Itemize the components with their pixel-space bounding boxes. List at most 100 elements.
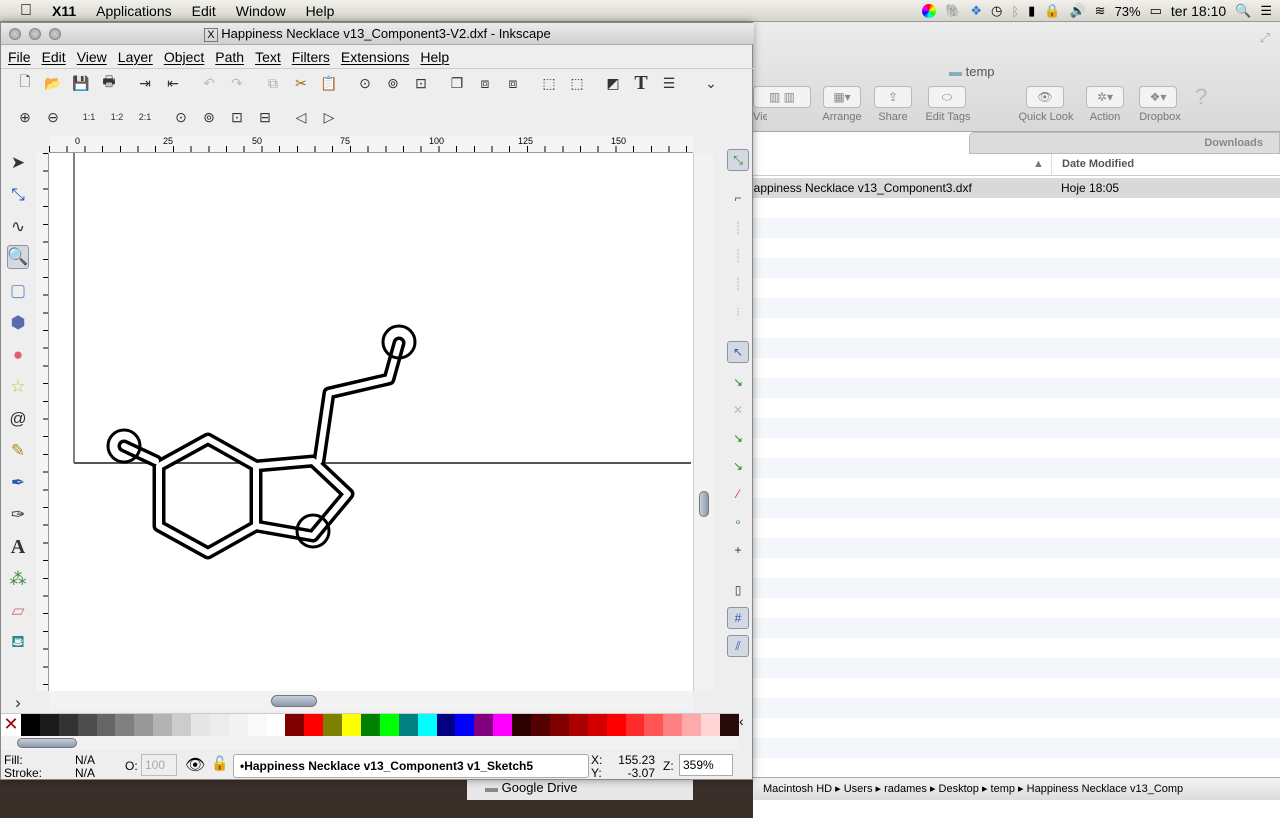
color-swatch[interactable]	[209, 714, 229, 736]
print-icon[interactable]: 🖶	[99, 73, 119, 93]
snap-nodes-icon[interactable]: ↖	[727, 341, 749, 363]
paste-icon[interactable]: 📋	[319, 73, 339, 93]
menu-help[interactable]: Help	[420, 49, 449, 65]
zoom-tool-icon[interactable]: 🔍	[7, 245, 29, 269]
duplicate-icon[interactable]: ❐	[447, 73, 467, 93]
color-swatch[interactable]	[549, 714, 569, 736]
3d-box-tool-icon[interactable]: ⬢	[7, 311, 29, 335]
copy-icon[interactable]: ⧉	[263, 73, 283, 93]
date-modified-header[interactable]: Date Modified	[1051, 154, 1144, 176]
opacity-input[interactable]: 100	[141, 754, 177, 776]
color-swatch[interactable]	[247, 714, 267, 736]
path-item[interactable]: temp	[991, 783, 1015, 795]
zoom-page-width-icon[interactable]: ⊟	[255, 107, 275, 127]
wifi-icon[interactable]: ≋	[1095, 3, 1106, 19]
more-chevron-icon[interactable]: ⌄	[701, 73, 721, 93]
snap-smooth-icon[interactable]: ↘	[727, 455, 749, 477]
menu-window[interactable]: Window	[236, 3, 286, 19]
menu-layer[interactable]: Layer	[118, 49, 153, 65]
fullscreen-icon[interactable]: ⤢	[1260, 30, 1270, 46]
cut-icon[interactable]: ✂	[291, 73, 311, 93]
snap-rotation-center-icon[interactable]: +	[727, 539, 749, 561]
palette-menu-chevron-icon[interactable]: ‹	[739, 713, 744, 729]
paint-bucket-tool-icon[interactable]: ⛾	[7, 631, 29, 655]
color-swatch[interactable]	[474, 714, 494, 736]
scroll-thumb[interactable]	[271, 695, 317, 707]
share-button[interactable]: ⇪	[874, 86, 912, 108]
menu-edit[interactable]: Edit	[42, 49, 66, 65]
color-swatch[interactable]	[115, 714, 135, 736]
molecule-shape[interactable]	[106, 324, 417, 560]
color-swatch[interactable]	[304, 714, 324, 736]
star-tool-icon[interactable]: ☆	[7, 375, 29, 399]
zoom-page-icon[interactable]: ⊡	[411, 73, 431, 93]
color-swatch[interactable]	[153, 714, 173, 736]
tweak-tool-icon[interactable]: ∿	[7, 215, 29, 239]
sidebar-item-google-drive[interactable]: ▬ Google Drive	[467, 778, 693, 800]
color-swatch[interactable]	[228, 714, 248, 736]
menu-view[interactable]: View	[77, 49, 107, 65]
menu-text[interactable]: Text	[255, 49, 281, 65]
color-swatch[interactable]	[379, 714, 399, 736]
snap-bbox-corner-icon[interactable]: ┊	[727, 245, 749, 267]
snap-bbox-midpoint-icon[interactable]: ┊	[727, 273, 749, 295]
snap-bbox-center-icon[interactable]: ⁝	[727, 301, 749, 323]
unlink-clone-icon[interactable]: ⧈	[503, 73, 523, 93]
color-swatch[interactable]	[58, 714, 78, 736]
clock[interactable]: ter 18:10	[1171, 3, 1226, 19]
unlocked-icon[interactable]: 🔓	[211, 755, 228, 772]
text-tool-icon[interactable]: A	[7, 535, 29, 559]
quick-look-button[interactable]: 👁	[1026, 86, 1064, 108]
zoom-drawing-icon[interactable]: ⊚	[383, 73, 403, 93]
zoom-in-icon[interactable]: ⊕	[15, 107, 35, 127]
battery-meter-icon[interactable]: ▮	[1028, 3, 1035, 19]
action-button[interactable]: ✲▾	[1086, 86, 1124, 108]
path-item[interactable]: Users	[844, 783, 873, 795]
pen-tool-icon[interactable]: ✒	[7, 471, 29, 495]
color-swatch[interactable]	[663, 714, 683, 736]
path-item[interactable]: Happiness Necklace v13_Comp	[1027, 783, 1184, 795]
new-document-icon[interactable]: 🗋	[15, 73, 35, 93]
file-row[interactable]: Happiness Necklace v13_Component3.dxf Ho…	[745, 178, 1280, 198]
snap-cusp-icon[interactable]: ↘	[727, 427, 749, 449]
more-tools-chevron-icon[interactable]: ›	[7, 691, 29, 715]
spray-tool-icon[interactable]: ⁂	[7, 567, 29, 591]
vertical-scrollbar[interactable]	[693, 153, 713, 691]
lock-icon[interactable]: 🔒	[1044, 3, 1060, 19]
undo-icon[interactable]: ↶	[199, 73, 219, 93]
zoom-drawing-icon[interactable]: ⊚	[199, 107, 219, 127]
color-swatch[interactable]	[285, 714, 305, 736]
path-item[interactable]: Desktop	[939, 783, 979, 795]
zoom-1-2-icon[interactable]: 1:2	[107, 107, 127, 127]
evernote-icon[interactable]: 🐘	[945, 3, 961, 19]
open-icon[interactable]: 📂	[43, 73, 63, 93]
snap-midpoints-icon[interactable]: ⁄	[727, 483, 749, 505]
tab-downloads[interactable]: Downloads	[969, 132, 1280, 154]
color-swatch[interactable]	[682, 714, 702, 736]
scroll-thumb[interactable]	[699, 491, 709, 517]
zoom-page-icon[interactable]: ⊡	[227, 107, 247, 127]
color-swatch[interactable]	[436, 714, 456, 736]
apple-icon[interactable]: 	[20, 2, 32, 20]
zoom-out-icon[interactable]: ⊖	[43, 107, 63, 127]
notification-center-icon[interactable]: ☰	[1260, 3, 1272, 19]
color-swatch[interactable]	[134, 714, 154, 736]
zoom-button[interactable]	[49, 28, 61, 40]
bluetooth-icon[interactable]: ᛒ	[1011, 4, 1019, 19]
snap-toggle-icon[interactable]: ⤡	[727, 149, 749, 171]
edit-tags-button[interactable]: ⬭	[928, 86, 966, 108]
color-swatch[interactable]	[417, 714, 437, 736]
snap-grid-icon[interactable]: #	[727, 607, 749, 629]
palette-scrollbar[interactable]	[1, 736, 739, 750]
save-icon[interactable]: 💾	[71, 73, 91, 93]
menu-help[interactable]: Help	[306, 3, 335, 19]
color-swatch[interactable]	[172, 714, 192, 736]
color-swatch[interactable]	[323, 714, 343, 736]
zoom-selection-icon[interactable]: ⊙	[355, 73, 375, 93]
path-item[interactable]: radames	[884, 783, 927, 795]
fill-stroke-icon[interactable]: ◩	[603, 73, 623, 93]
calligraphy-tool-icon[interactable]: ✑	[7, 503, 29, 527]
menu-filters[interactable]: Filters	[292, 49, 330, 65]
close-button[interactable]	[9, 28, 21, 40]
snap-guides-icon[interactable]: ⫽	[727, 635, 749, 657]
